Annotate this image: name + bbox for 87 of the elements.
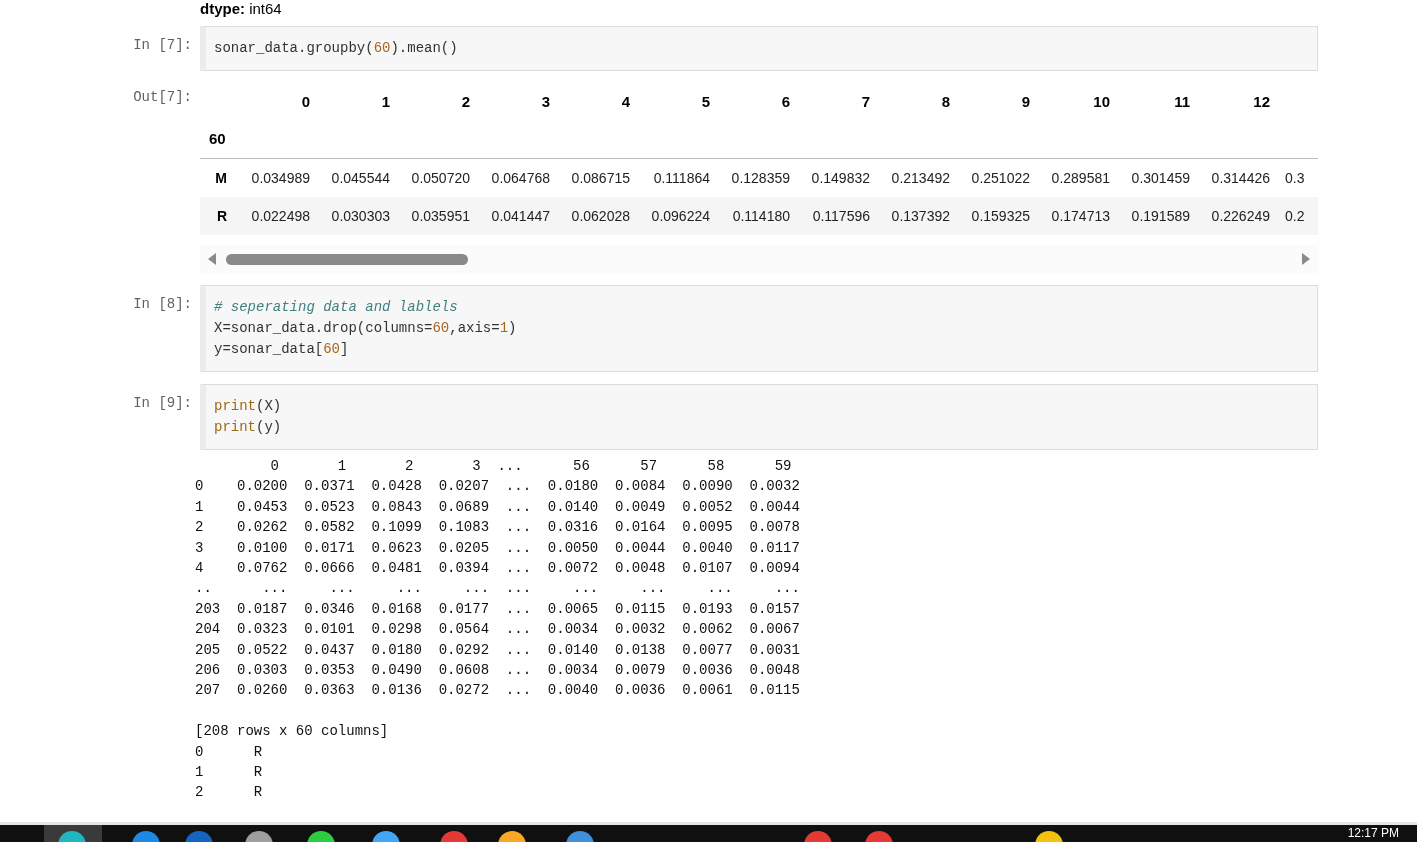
table-cell: 0.030303 (331, 207, 390, 224)
code-line: print(y) (214, 418, 282, 437)
row-label: M (215, 169, 227, 186)
table-cell: 0.149832 (811, 169, 870, 186)
table-cell: 0.045544 (331, 169, 390, 186)
code-line: sonar_data.groupby(60).mean() (214, 39, 458, 58)
scroll-left-icon[interactable] (208, 253, 216, 265)
column-header: 6 (781, 93, 790, 110)
column-header: 8 (941, 93, 950, 110)
column-header: 2 (461, 93, 470, 110)
table-cell: 0.159325 (971, 207, 1030, 224)
cell-prompt: In [7]: (133, 36, 192, 55)
table-cell: 0.3 (1285, 169, 1305, 186)
cell-prompt: In [8]: (133, 295, 192, 314)
cell-prompt: Out[7]: (133, 88, 192, 107)
cell-prompt: In [9]: (133, 394, 192, 413)
code-cell-input[interactable]: # seperating data and lablels X=sonar_data.drop(columns=60,axis=1) y=sonar_data[60] (200, 285, 1318, 372)
code-line: y=sonar_data[60] (214, 340, 349, 359)
column-header: 7 (861, 93, 870, 110)
app-icon[interactable] (245, 831, 273, 842)
table-cell: 0.096224 (651, 207, 710, 224)
table-cell: 0.114180 (732, 207, 790, 224)
table-cell: 0.050720 (411, 169, 470, 186)
output-line: 2 R (195, 783, 263, 803)
table-cell: 0.035951 (411, 207, 470, 224)
table-cell: 0.2 (1285, 207, 1305, 224)
app-icon[interactable] (566, 831, 594, 842)
output-line: 1 R (195, 763, 263, 783)
dtype-text: dtype: int64 (200, 0, 282, 17)
table-cell: 0.314426 (1211, 169, 1270, 186)
table-cell: 0.174713 (1051, 207, 1110, 224)
output-line: 206 0.0303 0.0353 0.0490 0.0608 ... 0.0034 0.0079 0.0036 0.0048 (195, 661, 800, 681)
column-header: 5 (701, 93, 710, 110)
output-line: 3 0.0100 0.0171 0.0623 0.0205 ... 0.0050 0.0044 0.0040 0.0117 (195, 538, 800, 558)
table-cell: 0.213492 (891, 169, 950, 186)
output-line: 204 0.0323 0.0101 0.0298 0.0564 ... 0.0034 0.0032 0.0062 0.0067 (195, 620, 800, 640)
output-line: 1 0.0453 0.0523 0.0843 0.0689 ... 0.0140 0.0049 0.0052 0.0044 (195, 497, 800, 517)
table-cell: 0.251022 (971, 169, 1030, 186)
output-line: 2 0.0262 0.0582 0.1099 0.1083 ... 0.0316 0.0164 0.0095 0.0078 (195, 518, 800, 538)
table-cell: 0.111864 (653, 169, 710, 186)
code-cell-input[interactable]: sonar_data.groupby(60).mean() (200, 26, 1318, 71)
table-cell: 0.062028 (571, 207, 630, 224)
table-cell: 0.301459 (1131, 169, 1190, 186)
table-cell: 0.137392 (891, 207, 950, 224)
code-line: X=sonar_data.drop(columns=60,axis=1) (214, 319, 517, 338)
column-header: 4 (621, 93, 630, 110)
table-cell: 0.086715 (571, 169, 630, 186)
output-line: 0 1 2 3 ... 56 57 58 59 (269, 457, 792, 476)
app-icon[interactable] (372, 831, 400, 842)
output-line: 0 0.0200 0.0371 0.0428 0.0207 ... 0.0180 0.0084 0.0090 0.0032 (195, 477, 800, 497)
table-cell: 0.289581 (1051, 169, 1110, 186)
app-icon[interactable] (58, 831, 86, 842)
app-icon[interactable] (307, 831, 335, 842)
row-label: R (216, 207, 227, 224)
index-name: 60 (208, 129, 226, 150)
app-icon[interactable] (498, 831, 526, 842)
output-line: 207 0.0260 0.0363 0.0136 0.0272 ... 0.0040 0.0036 0.0061 0.0115 (195, 681, 800, 701)
scroll-right-icon[interactable] (1302, 253, 1310, 265)
output-line: 0 R (195, 742, 263, 762)
app-icon[interactable] (132, 831, 160, 842)
table-cell: 0.022498 (251, 207, 310, 224)
table-cell: 0.034989 (251, 169, 310, 186)
output-line: 4 0.0762 0.0666 0.0481 0.0394 ... 0.0072 0.0048 0.0107 0.0094 (195, 559, 800, 579)
column-header: 1 (381, 93, 390, 110)
column-header: 0 (301, 93, 310, 110)
table-cell: 0.117596 (812, 207, 870, 224)
output-line: .. ... ... ... ... ... ... ... ... ... (195, 579, 800, 599)
column-header: 9 (1021, 93, 1030, 110)
output-line: 203 0.0187 0.0346 0.0168 0.0177 ... 0.0065 0.0115 0.0193 0.0157 (195, 599, 800, 619)
app-icon[interactable] (1035, 831, 1063, 842)
horizontal-scrollbar[interactable] (200, 245, 1318, 273)
code-line: print(X) (214, 397, 282, 416)
table-cell: 0.191589 (1131, 207, 1190, 224)
column-header: 11 (1174, 93, 1190, 110)
table-cell: 0.128359 (731, 169, 790, 186)
output-line: [208 rows x 60 columns] (195, 722, 389, 742)
column-header: 10 (1093, 93, 1110, 110)
column-header: 12 (1253, 93, 1270, 110)
clock-time[interactable]: 12:17 PM (1347, 826, 1399, 840)
table-cell: 0.064768 (491, 169, 550, 186)
column-header: 3 (541, 93, 550, 110)
table-cell: 0.041447 (491, 207, 550, 224)
table-cell: 0.226249 (1211, 207, 1270, 224)
code-line: # seperating data and lablels (214, 298, 458, 317)
output-line: 205 0.0522 0.0437 0.0180 0.0292 ... 0.0140 0.0138 0.0077 0.0031 (195, 640, 800, 660)
scrollbar-thumb[interactable] (226, 253, 468, 265)
code-cell-input[interactable]: print(X) print(y) (200, 384, 1318, 450)
